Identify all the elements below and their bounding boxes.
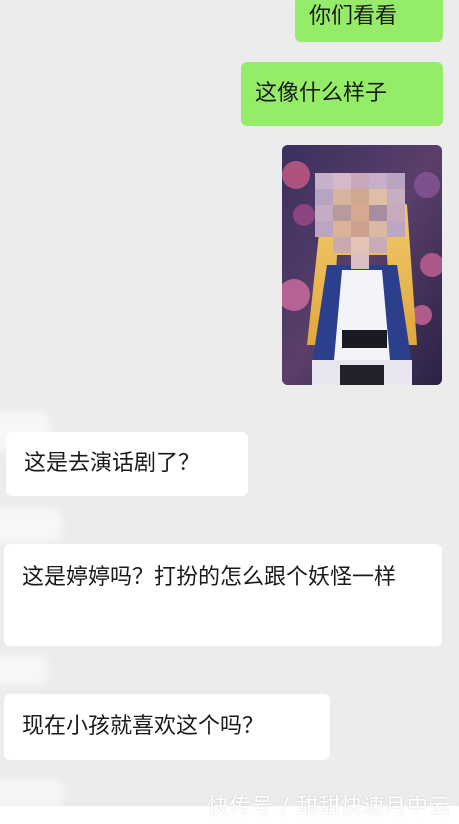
received-message-bubble[interactable]: 这是去演话剧了？ — [6, 432, 248, 496]
received-message-bubble[interactable]: 现在小孩就喜欢这个吗？ — [4, 694, 330, 760]
watermark: 快传号 / 甜甜快速月中云 — [207, 794, 451, 818]
received-message-bubble[interactable]: 这是婷婷吗？打扮的怎么跟个妖怪一样 — [4, 544, 442, 646]
sent-message-bubble[interactable]: 这像什么样子 — [241, 62, 443, 126]
chat-view: 你们看看 这像什么样子 这是去演话剧了？ 这是婷婷吗？打扮的怎么跟个妖怪一样 现… — [0, 0, 459, 824]
sent-photo[interactable] — [282, 145, 442, 385]
avatar[interactable] — [0, 780, 64, 804]
photo-image — [282, 145, 442, 385]
sent-message-bubble[interactable]: 你们看看 — [295, 0, 443, 42]
avatar[interactable] — [0, 508, 62, 542]
avatar[interactable] — [0, 655, 48, 685]
